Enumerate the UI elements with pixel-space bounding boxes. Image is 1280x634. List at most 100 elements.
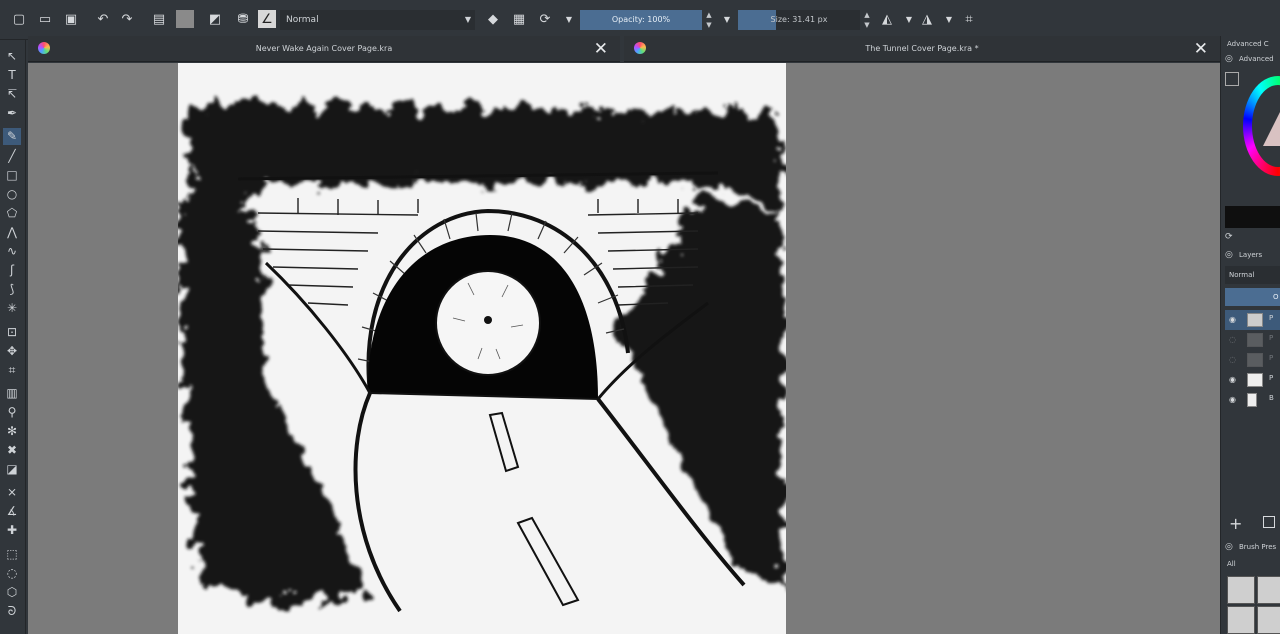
ellipse-select-icon[interactable]: ◌ [3,565,21,582]
redo-icon[interactable]: ↷ [118,10,136,28]
polygon-tool-icon[interactable]: ⬠ [3,205,21,222]
document-tab-left[interactable]: Never Wake Again Cover Page.kra ✕ [28,36,620,62]
brush-preset-icon[interactable]: ⛃ [234,10,252,28]
polyline-tool-icon[interactable]: ⋀ [3,224,21,241]
advanced-color-subtitle: Advanced [1239,55,1274,63]
eye-icon[interactable]: ◉ [1229,375,1236,384]
measure-icon[interactable]: ∡ [3,503,21,520]
rectangle-tool-icon[interactable]: □ [3,167,21,184]
layer-name: P [1269,354,1274,362]
dynamic-brush-icon[interactable]: ⟆ [3,281,21,298]
color-history-swatch[interactable] [1225,206,1280,228]
reference-icon[interactable]: ✚ [3,522,21,539]
float-docker-icon[interactable]: ◎ [1225,542,1235,552]
layer-name: P [1269,314,1274,322]
opacity-spinner[interactable]: ▲ ▼ [704,10,714,30]
chevron-down-icon[interactable]: ▼ [718,10,736,28]
pattern-swatch[interactable] [176,10,194,28]
brush-preset-thumbnail[interactable] [1227,606,1255,634]
add-layer-icon[interactable]: + [1229,514,1242,533]
save-icon[interactable]: ▣ [62,10,80,28]
close-icon[interactable]: ✕ [1194,38,1208,60]
fill-bucket-icon[interactable]: ◪ [3,461,21,478]
mirror-horizontal-icon[interactable]: ◭ [878,10,896,28]
layer-row[interactable]: ◌ P [1225,350,1280,370]
layer-thumbnail [1247,333,1263,347]
top-toolbar: ▢ ▭ ▣ ↶ ↷ ▤ ◩ ⛃ ∠ Normal ▼ ◆ ▦ ⟳ ▼ Opaci… [0,0,1280,40]
freehand-select-icon[interactable]: ᘐ [3,603,21,620]
size-slider[interactable]: Size: 31.41 px [738,10,860,30]
layer-row[interactable]: ◉ P [1225,310,1280,330]
multibrush-icon[interactable]: ✳ [3,300,21,317]
new-document-icon[interactable]: ▢ [10,10,28,28]
layer-thumbnail [1247,353,1263,367]
layer-row[interactable]: ◌ P [1225,330,1280,350]
document-tab-right[interactable]: The Tunnel Cover Page.kra * ✕ [624,36,1220,62]
float-docker-icon[interactable]: ◎ [1225,250,1235,260]
assistant-icon[interactable]: ⨯ [3,484,21,501]
select-shapes-icon[interactable]: ↖ [3,48,21,65]
size-value: Size: 31.41 px [770,15,828,24]
opacity-value: Opacity: 100% [611,15,671,24]
eye-icon[interactable]: ◌ [1229,355,1236,364]
undo-icon[interactable]: ↶ [94,10,112,28]
freehand-brush-icon[interactable]: ✎ [3,128,21,145]
layer-thumbnail [1247,393,1257,407]
canvas-artwork[interactable] [178,63,786,634]
layer-row[interactable]: ◉ P [1225,370,1280,390]
mirror-vertical-icon[interactable]: ◮ [918,10,936,28]
eye-icon[interactable]: ◉ [1229,315,1236,324]
layers-opacity-header[interactable]: O [1225,288,1280,306]
size-spinner[interactable]: ▲ ▼ [862,10,872,30]
crop-icon[interactable]: ⌗ [3,362,21,379]
eraser-icon[interactable]: ◆ [484,10,502,28]
tunnel-light-center [484,316,492,324]
color-settings-icon[interactable] [1225,72,1239,86]
opacity-slider[interactable]: Opacity: 100% [580,10,702,30]
fill-gradient-icon[interactable]: ▤ [150,10,168,28]
text-tool-icon[interactable]: T [3,67,21,84]
alpha-lock-icon[interactable]: ▦ [510,10,528,28]
color-wheel[interactable] [1243,76,1280,176]
brush-preset-thumbnail[interactable] [1227,576,1255,604]
transform-icon[interactable]: ⊡ [3,324,21,341]
line-tool-icon[interactable]: ╱ [3,148,21,165]
calligraphy-icon[interactable]: ✒ [3,105,21,122]
close-icon[interactable]: ✕ [594,38,608,60]
freehand-path-icon[interactable]: ʃ [3,262,21,279]
edit-shapes-icon[interactable]: ↸ [3,86,21,103]
reload-preset-icon[interactable]: ⟳ [536,10,554,28]
chevron-down-icon[interactable]: ▼ [560,10,578,28]
layer-name: P [1269,334,1274,342]
eye-icon[interactable]: ◉ [1229,395,1236,404]
ellipse-tool-icon[interactable]: ○ [3,186,21,203]
bezier-tool-icon[interactable]: ∿ [3,243,21,260]
brush-preset-thumbnail[interactable] [1257,606,1280,634]
brush-preset-thumbnail[interactable] [1257,576,1280,604]
layer-row[interactable]: ◉ B [1225,390,1280,410]
wrap-around-icon[interactable]: ⌗ [960,10,978,28]
smart-patch-icon[interactable]: ✻ [3,423,21,440]
brush-filter-label: All [1227,560,1236,568]
document-title-left: Never Wake Again Cover Page.kra [255,44,393,53]
refresh-icon[interactable]: ◎ [1225,54,1235,64]
duplicate-layer-icon[interactable] [1263,516,1275,528]
brush-tip-icon[interactable]: ∠ [258,10,276,28]
refresh-icon[interactable]: ⟳ [1225,232,1235,242]
polygon-select-icon[interactable]: ⬡ [3,584,21,601]
move-icon[interactable]: ✥ [3,343,21,360]
blend-mode-select[interactable]: Normal ▼ [280,10,475,30]
eye-icon[interactable]: ◌ [1229,335,1236,344]
open-folder-icon[interactable]: ▭ [36,10,54,28]
layers-blend-select[interactable]: Normal [1225,266,1280,284]
gradient-icon[interactable]: ▥ [3,385,21,402]
fg-bg-color-icon[interactable]: ◩ [206,10,224,28]
chevron-down-icon[interactable]: ▼ [900,10,918,28]
document-title-right: The Tunnel Cover Page.kra * [865,44,979,53]
chevron-down-icon[interactable]: ▼ [940,10,958,28]
color-picker-icon[interactable]: ⚲ [3,404,21,421]
color-triangle[interactable] [1263,106,1280,146]
colorize-mask-icon[interactable]: ✖ [3,442,21,459]
rect-select-icon[interactable]: ⬚ [3,546,21,563]
layer-name: P [1269,374,1274,382]
